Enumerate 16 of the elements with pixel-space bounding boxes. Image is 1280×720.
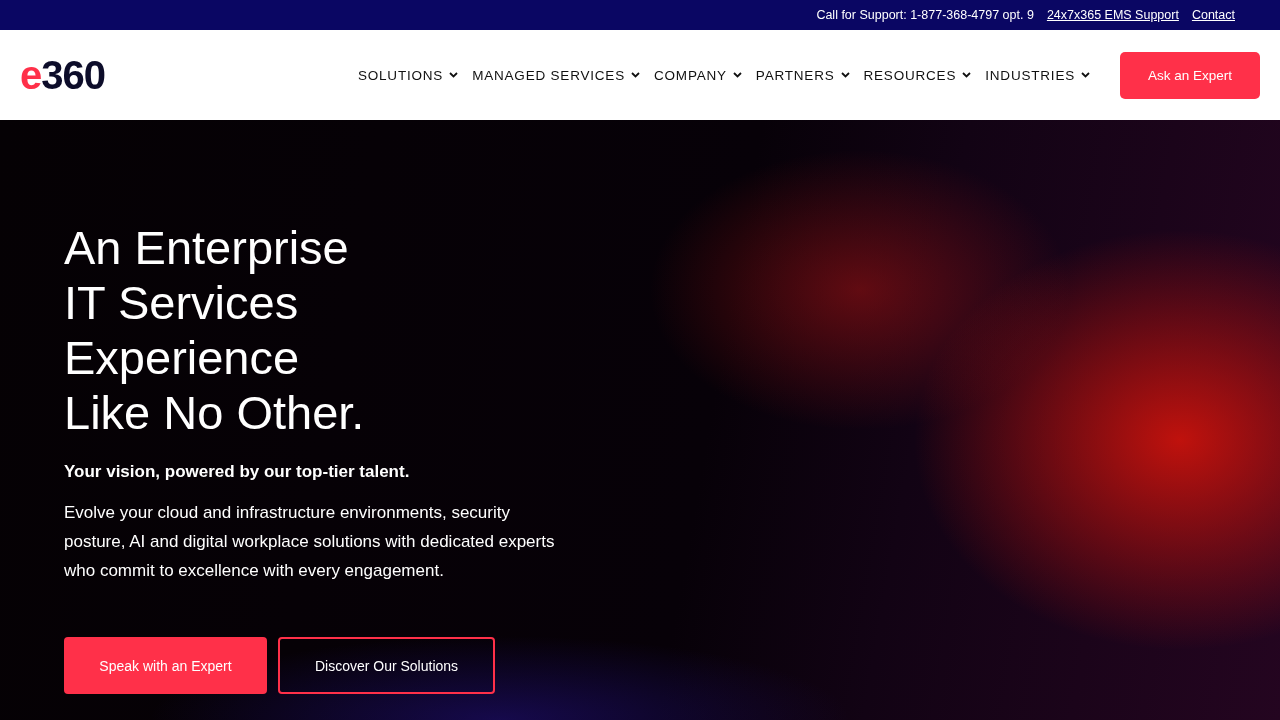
top-bar-link[interactable]: Contact xyxy=(1191,8,1235,22)
logo[interactable]: e360 xyxy=(20,52,105,98)
nav-menu-item[interactable]: MANAGED SERVICES xyxy=(472,67,640,83)
top-bar-link[interactable]: 24x7x365 EMS Support xyxy=(1046,8,1179,22)
discover-solutions-button[interactable]: Discover Our Solutions xyxy=(278,637,495,694)
hero-description: Evolve your cloud and infrastructure environments, security posture, AI and digital workplace solutions with dedicated experts who commit to excellence with every engagement. xyxy=(64,502,556,582)
nav-menu-item[interactable]: RESOURCES xyxy=(863,67,972,83)
nav-menu-item[interactable]: SOLUTIONS xyxy=(357,67,459,83)
hero-tagline: Your vision, powered by our top-tier talent. xyxy=(64,462,410,482)
ask-expert-button[interactable]: Ask an Expert xyxy=(1120,51,1260,99)
nav-menu-item[interactable]: COMPANY xyxy=(654,67,742,83)
nav-menu-item[interactable]: PARTNERS xyxy=(755,67,850,83)
nav-menu-item[interactable]: INDUSTRIES xyxy=(985,67,1090,83)
hero-headline: An Enterprise IT Services Experience Like No Other. xyxy=(64,220,365,440)
speak-expert-button[interactable]: Speak with an Expert xyxy=(64,637,267,694)
support-phone-text: Call for Support: 1-877-368-4797 opt. 9 xyxy=(816,8,1034,22)
